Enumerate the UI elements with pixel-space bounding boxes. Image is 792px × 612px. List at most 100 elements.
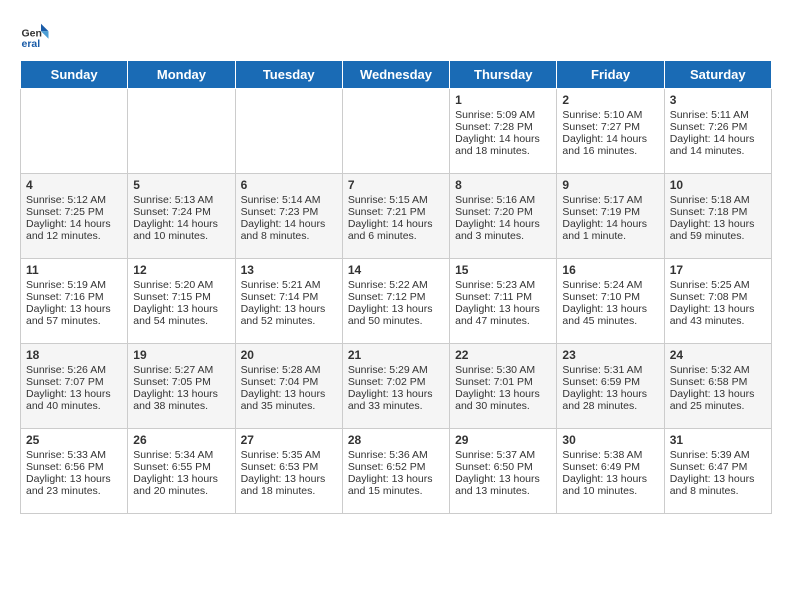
cell-info: Sunset: 7:10 PM bbox=[562, 291, 658, 303]
cell-info: Sunrise: 5:38 AM bbox=[562, 449, 658, 461]
day-number: 19 bbox=[133, 348, 229, 362]
cell-info: Sunrise: 5:10 AM bbox=[562, 109, 658, 121]
cell-info: Sunrise: 5:30 AM bbox=[455, 364, 551, 376]
cell-info: Sunset: 7:23 PM bbox=[241, 206, 337, 218]
week-row-1: 1Sunrise: 5:09 AMSunset: 7:28 PMDaylight… bbox=[21, 89, 772, 174]
cell-info: Sunset: 7:19 PM bbox=[562, 206, 658, 218]
calendar-cell: 2Sunrise: 5:10 AMSunset: 7:27 PMDaylight… bbox=[557, 89, 664, 174]
cell-info: Daylight: 13 hours bbox=[348, 473, 444, 485]
calendar-cell: 8Sunrise: 5:16 AMSunset: 7:20 PMDaylight… bbox=[450, 174, 557, 259]
day-number: 18 bbox=[26, 348, 122, 362]
calendar-cell: 6Sunrise: 5:14 AMSunset: 7:23 PMDaylight… bbox=[235, 174, 342, 259]
calendar-cell bbox=[128, 89, 235, 174]
cell-info: Daylight: 14 hours bbox=[455, 218, 551, 230]
cell-info: and 10 minutes. bbox=[562, 485, 658, 497]
cell-info: and 3 minutes. bbox=[455, 230, 551, 242]
cell-info: Daylight: 13 hours bbox=[562, 303, 658, 315]
logo: Gen eral bbox=[20, 20, 54, 50]
cell-info: and 15 minutes. bbox=[348, 485, 444, 497]
day-number: 2 bbox=[562, 93, 658, 107]
cell-info: Sunrise: 5:21 AM bbox=[241, 279, 337, 291]
calendar-cell: 17Sunrise: 5:25 AMSunset: 7:08 PMDayligh… bbox=[664, 259, 771, 344]
cell-info: Sunset: 6:58 PM bbox=[670, 376, 766, 388]
cell-info: Daylight: 13 hours bbox=[133, 388, 229, 400]
cell-info: Sunrise: 5:14 AM bbox=[241, 194, 337, 206]
calendar-cell: 5Sunrise: 5:13 AMSunset: 7:24 PMDaylight… bbox=[128, 174, 235, 259]
calendar-cell: 31Sunrise: 5:39 AMSunset: 6:47 PMDayligh… bbox=[664, 429, 771, 514]
cell-info: Sunrise: 5:19 AM bbox=[26, 279, 122, 291]
day-number: 27 bbox=[241, 433, 337, 447]
cell-info: Daylight: 14 hours bbox=[562, 133, 658, 145]
cell-info: Sunset: 6:59 PM bbox=[562, 376, 658, 388]
logo-icon: Gen eral bbox=[20, 20, 50, 50]
calendar-cell: 12Sunrise: 5:20 AMSunset: 7:15 PMDayligh… bbox=[128, 259, 235, 344]
cell-info: and 43 minutes. bbox=[670, 315, 766, 327]
cell-info: Sunset: 7:18 PM bbox=[670, 206, 766, 218]
day-number: 6 bbox=[241, 178, 337, 192]
cell-info: Sunset: 7:24 PM bbox=[133, 206, 229, 218]
cell-info: Daylight: 13 hours bbox=[26, 388, 122, 400]
cell-info: Daylight: 13 hours bbox=[241, 473, 337, 485]
day-number: 23 bbox=[562, 348, 658, 362]
cell-info: Sunset: 7:25 PM bbox=[26, 206, 122, 218]
cell-info: and 14 minutes. bbox=[670, 145, 766, 157]
cell-info: Sunset: 7:07 PM bbox=[26, 376, 122, 388]
cell-info: Sunrise: 5:22 AM bbox=[348, 279, 444, 291]
cell-info: Sunrise: 5:32 AM bbox=[670, 364, 766, 376]
day-header-wednesday: Wednesday bbox=[342, 61, 449, 89]
cell-info: Daylight: 13 hours bbox=[26, 303, 122, 315]
cell-info: Daylight: 13 hours bbox=[26, 473, 122, 485]
cell-info: Sunrise: 5:36 AM bbox=[348, 449, 444, 461]
calendar-cell: 19Sunrise: 5:27 AMSunset: 7:05 PMDayligh… bbox=[128, 344, 235, 429]
day-number: 25 bbox=[26, 433, 122, 447]
calendar-cell bbox=[235, 89, 342, 174]
calendar-cell: 7Sunrise: 5:15 AMSunset: 7:21 PMDaylight… bbox=[342, 174, 449, 259]
calendar-cell: 16Sunrise: 5:24 AMSunset: 7:10 PMDayligh… bbox=[557, 259, 664, 344]
cell-info: and 12 minutes. bbox=[26, 230, 122, 242]
day-header-tuesday: Tuesday bbox=[235, 61, 342, 89]
cell-info: Sunrise: 5:12 AM bbox=[26, 194, 122, 206]
cell-info: and 40 minutes. bbox=[26, 400, 122, 412]
day-number: 13 bbox=[241, 263, 337, 277]
cell-info: Daylight: 13 hours bbox=[455, 303, 551, 315]
day-number: 20 bbox=[241, 348, 337, 362]
cell-info: Sunrise: 5:16 AM bbox=[455, 194, 551, 206]
calendar-header: SundayMondayTuesdayWednesdayThursdayFrid… bbox=[21, 61, 772, 89]
day-number: 8 bbox=[455, 178, 551, 192]
cell-info: Daylight: 14 hours bbox=[562, 218, 658, 230]
cell-info: Sunset: 7:11 PM bbox=[455, 291, 551, 303]
cell-info: and 47 minutes. bbox=[455, 315, 551, 327]
calendar-cell: 29Sunrise: 5:37 AMSunset: 6:50 PMDayligh… bbox=[450, 429, 557, 514]
week-row-3: 11Sunrise: 5:19 AMSunset: 7:16 PMDayligh… bbox=[21, 259, 772, 344]
calendar-cell: 9Sunrise: 5:17 AMSunset: 7:19 PMDaylight… bbox=[557, 174, 664, 259]
calendar-cell: 15Sunrise: 5:23 AMSunset: 7:11 PMDayligh… bbox=[450, 259, 557, 344]
cell-info: and 16 minutes. bbox=[562, 145, 658, 157]
cell-info: Sunset: 6:49 PM bbox=[562, 461, 658, 473]
day-number: 4 bbox=[26, 178, 122, 192]
day-number: 29 bbox=[455, 433, 551, 447]
cell-info: and 20 minutes. bbox=[133, 485, 229, 497]
day-number: 24 bbox=[670, 348, 766, 362]
calendar-cell: 21Sunrise: 5:29 AMSunset: 7:02 PMDayligh… bbox=[342, 344, 449, 429]
calendar-cell: 4Sunrise: 5:12 AMSunset: 7:25 PMDaylight… bbox=[21, 174, 128, 259]
cell-info: and 38 minutes. bbox=[133, 400, 229, 412]
cell-info: Daylight: 13 hours bbox=[348, 388, 444, 400]
cell-info: Sunset: 7:04 PM bbox=[241, 376, 337, 388]
cell-info: Daylight: 13 hours bbox=[241, 303, 337, 315]
calendar-cell: 30Sunrise: 5:38 AMSunset: 6:49 PMDayligh… bbox=[557, 429, 664, 514]
day-header-thursday: Thursday bbox=[450, 61, 557, 89]
cell-info: and 18 minutes. bbox=[455, 145, 551, 157]
day-number: 15 bbox=[455, 263, 551, 277]
calendar-cell: 27Sunrise: 5:35 AMSunset: 6:53 PMDayligh… bbox=[235, 429, 342, 514]
cell-info: Daylight: 14 hours bbox=[348, 218, 444, 230]
cell-info: Sunset: 6:47 PM bbox=[670, 461, 766, 473]
cell-info: Sunrise: 5:37 AM bbox=[455, 449, 551, 461]
cell-info: Daylight: 14 hours bbox=[133, 218, 229, 230]
calendar-table: SundayMondayTuesdayWednesdayThursdayFrid… bbox=[20, 60, 772, 514]
day-number: 10 bbox=[670, 178, 766, 192]
calendar-cell: 11Sunrise: 5:19 AMSunset: 7:16 PMDayligh… bbox=[21, 259, 128, 344]
cell-info: Daylight: 13 hours bbox=[133, 303, 229, 315]
cell-info: and 25 minutes. bbox=[670, 400, 766, 412]
calendar-cell: 24Sunrise: 5:32 AMSunset: 6:58 PMDayligh… bbox=[664, 344, 771, 429]
cell-info: Daylight: 13 hours bbox=[670, 473, 766, 485]
